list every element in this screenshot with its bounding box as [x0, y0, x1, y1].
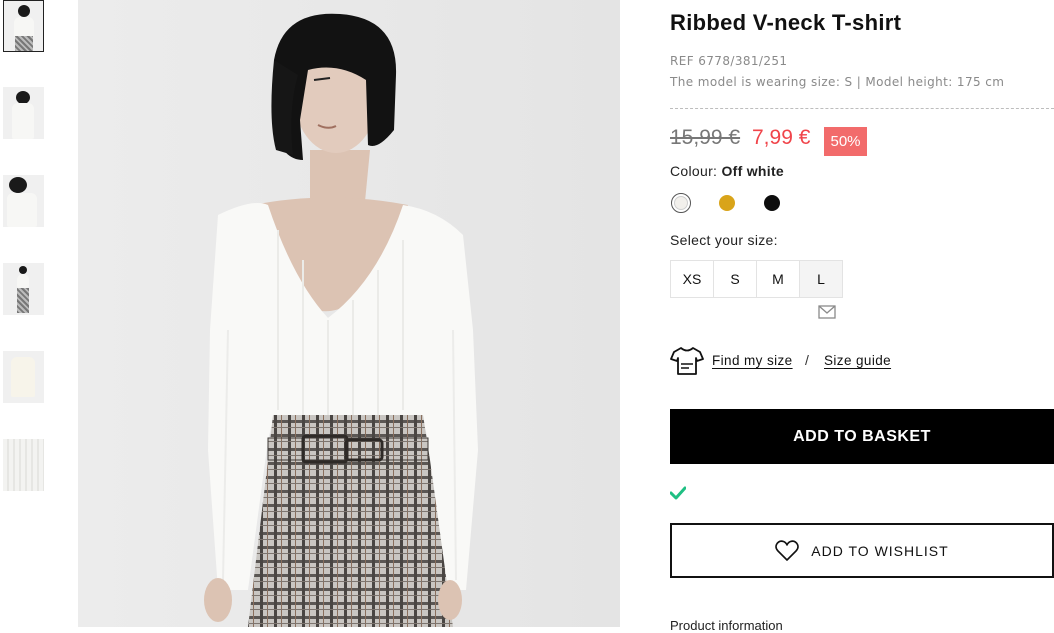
thumbnail-back-view[interactable] [3, 87, 44, 139]
add-to-wishlist-button[interactable]: ADD TO WISHLIST [670, 523, 1054, 578]
check-icon [670, 486, 686, 500]
size-option-s[interactable]: S [713, 260, 757, 298]
colour-swatch-black[interactable] [762, 193, 782, 213]
heart-icon [775, 539, 800, 561]
tshirt-icon [670, 347, 704, 375]
colour-label-text: Colour: [670, 163, 718, 179]
size-label: Select your size: [670, 232, 778, 248]
selected-colour-name: Off white [721, 163, 785, 179]
original-price: 15,99 € [670, 126, 741, 149]
size-option-m[interactable]: M [756, 260, 800, 298]
product-reference: REF 6778/381/251 [670, 54, 788, 68]
thumbnail-fabric-detail[interactable] [3, 439, 44, 491]
add-to-basket-button[interactable]: ADD TO BASKET [670, 409, 1054, 464]
colour-swatch-off-white[interactable] [671, 193, 691, 213]
thumbnail-side-view[interactable] [3, 175, 44, 227]
size-option-xs[interactable]: XS [670, 260, 714, 298]
add-to-wishlist-label: ADD TO WISHLIST [811, 542, 949, 559]
colour-swatch-mustard[interactable] [717, 193, 737, 213]
find-my-size-link[interactable]: Find my size [712, 353, 793, 368]
sale-price: 7,99 € [752, 126, 811, 149]
main-product-image[interactable] [78, 0, 620, 627]
size-guide-link[interactable]: Size guide [824, 353, 891, 368]
model-size-info: The model is wearing size: S | Model hei… [670, 75, 1005, 89]
thumbnail-front-view[interactable] [3, 0, 44, 52]
dashed-divider [670, 108, 1054, 109]
product-title: Ribbed V-neck T-shirt [670, 10, 902, 35]
colour-label: Colour: Off white [670, 163, 784, 179]
size-selector: XS S M L [670, 260, 843, 298]
envelope-icon[interactable] [818, 305, 836, 319]
product-information-heading[interactable]: Product information [670, 618, 783, 633]
size-option-l[interactable]: L [799, 260, 843, 298]
discount-badge: 50% [824, 127, 867, 156]
thumbnail-full-body[interactable] [3, 263, 44, 315]
thumbnail-flat-garment[interactable] [3, 351, 44, 403]
model-illustration [78, 0, 620, 627]
link-separator: / [805, 352, 809, 368]
